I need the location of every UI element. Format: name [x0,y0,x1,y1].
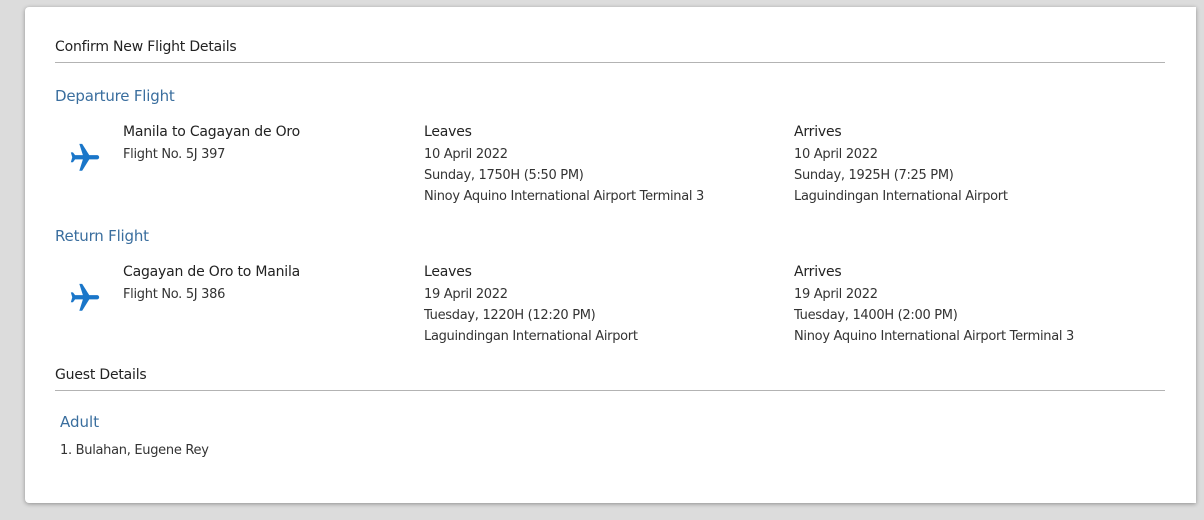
guest-divider [55,390,1165,391]
departure-route-column: Manila to Cagayan de Oro Flight No. 5J 3… [123,123,300,165]
departure-flight-heading: Departure Flight [55,87,175,105]
leaves-airport: Ninoy Aquino International Airport Termi… [424,189,705,204]
departure-flight-number: Flight No. 5J 397 [123,147,226,162]
page-title: Confirm New Flight Details [55,39,237,55]
departure-route: Manila to Cagayan de Oro [123,124,301,140]
leaves-date: 10 April 2022 [424,147,508,162]
guest-list-item: 1. Bulahan, Eugene Rey [60,443,209,458]
arrives-date: 19 April 2022 [794,287,878,302]
return-route-column: Cagayan de Oro to Manila Flight No. 5J 3… [123,263,300,305]
arrives-time: Sunday, 1925H (7:25 PM) [794,168,954,183]
return-arrives-column: Arrives 19 April 2022 Tuesday, 1400H (2:… [794,263,1074,347]
leaves-airport: Laguindingan International Airport [424,329,638,344]
return-flight-heading: Return Flight [55,227,149,245]
departure-leaves-column: Leaves 10 April 2022 Sunday, 1750H (5:50… [424,123,704,207]
return-flight-number: Flight No. 5J 386 [123,287,226,302]
arrives-airport: Laguindingan International Airport [794,189,1008,204]
confirm-flight-card: Confirm New Flight Details Departure Fli… [25,7,1196,503]
leaves-time: Sunday, 1750H (5:50 PM) [424,168,584,183]
arrives-label: Arrives [794,124,842,140]
departure-arrives-column: Arrives 10 April 2022 Sunday, 1925H (7:2… [794,123,1008,207]
airplane-icon [70,283,100,311]
adult-heading: Adult [60,413,100,431]
airplane-icon [70,143,100,171]
arrives-time: Tuesday, 1400H (2:00 PM) [794,308,958,323]
guest-details-heading: Guest Details [55,367,147,383]
leaves-label: Leaves [424,264,472,280]
leaves-time: Tuesday, 1220H (12:20 PM) [424,308,596,323]
arrives-date: 10 April 2022 [794,147,878,162]
return-flight-row: Cagayan de Oro to Manila Flight No. 5J 3… [25,263,1196,353]
leaves-label: Leaves [424,124,472,140]
arrives-airport: Ninoy Aquino International Airport Termi… [794,329,1075,344]
arrives-label: Arrives [794,264,842,280]
departure-flight-row: Manila to Cagayan de Oro Flight No. 5J 3… [25,123,1196,213]
return-leaves-column: Leaves 19 April 2022 Tuesday, 1220H (12:… [424,263,638,347]
title-divider [55,62,1165,63]
return-route: Cagayan de Oro to Manila [123,264,301,280]
leaves-date: 19 April 2022 [424,287,508,302]
